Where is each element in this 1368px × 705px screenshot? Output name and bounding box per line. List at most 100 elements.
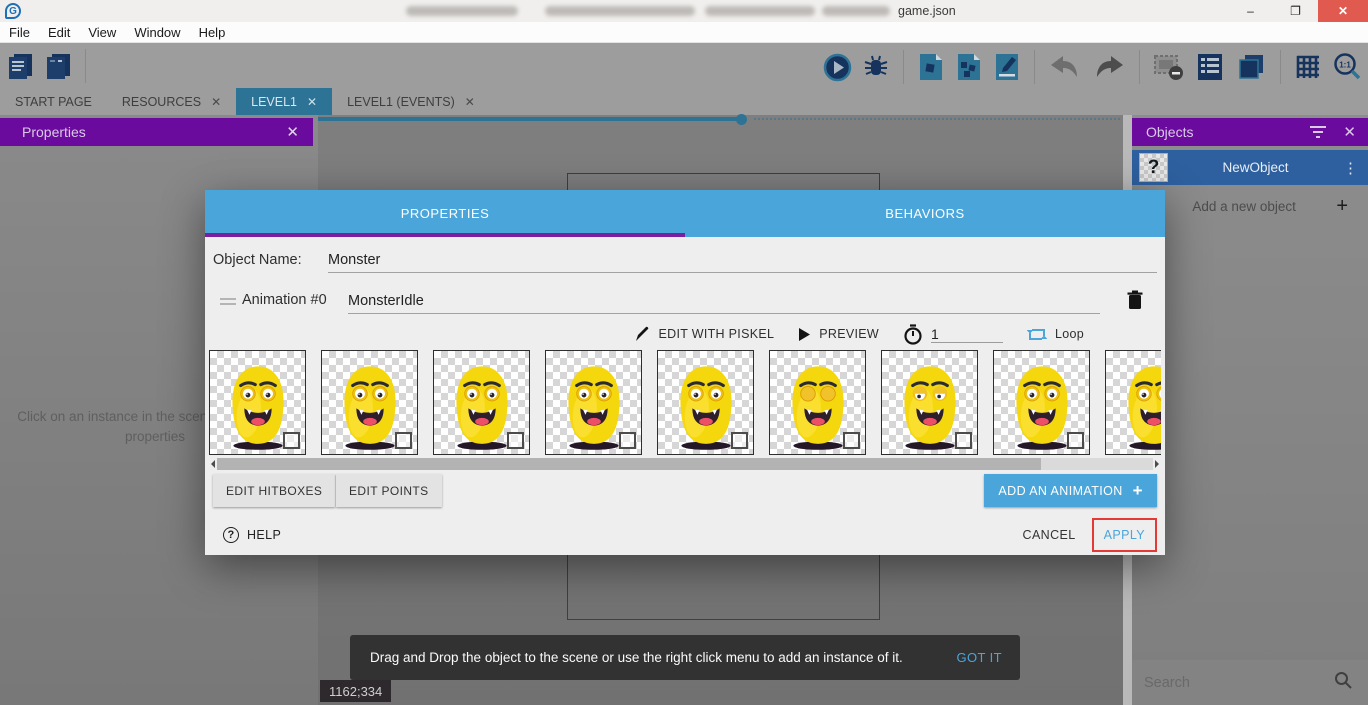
properties-panel-header: Properties ✕ <box>0 118 313 146</box>
scrollbar-thumb[interactable] <box>217 458 1041 470</box>
object-list-item-newobject[interactable]: ? NewObject ⋮ <box>1132 150 1368 185</box>
object-name-row: Object Name: <box>205 245 1165 278</box>
search-input[interactable] <box>1144 675 1334 691</box>
scroll-left-icon[interactable] <box>207 460 215 468</box>
zoom-slider[interactable] <box>736 114 747 125</box>
zoom-slider-rest <box>754 118 1120 120</box>
plus-icon: + <box>1133 481 1143 501</box>
add-animation-button[interactable]: ADD AN ANIMATION + <box>984 474 1157 507</box>
animation-frame[interactable] <box>433 350 530 455</box>
redo-icon[interactable] <box>1092 53 1126 81</box>
active-tab-indicator <box>205 233 685 237</box>
preview-button[interactable]: PREVIEW <box>798 327 879 342</box>
layers-icon[interactable] <box>1235 52 1267 82</box>
zoom-slider-track <box>318 117 738 121</box>
animation-frame[interactable] <box>545 350 642 455</box>
frame-checkbox[interactable] <box>843 432 860 449</box>
frame-checkbox[interactable] <box>619 432 636 449</box>
drag-handle-icon[interactable] <box>220 298 236 308</box>
debug-icon[interactable] <box>862 53 890 81</box>
project-manager-icon[interactable] <box>6 51 36 81</box>
animation-controls: EDIT WITH PISKEL PREVIEW Loop <box>205 320 1140 348</box>
animation-name-field[interactable] <box>348 288 1100 314</box>
menu-view[interactable]: View <box>79 25 125 40</box>
frame-checkbox[interactable] <box>955 432 972 449</box>
edit-scene-icon[interactable] <box>993 52 1021 82</box>
plus-icon[interactable]: + <box>1336 195 1348 218</box>
animation-row: Animation #0 <box>205 286 1165 319</box>
add-object-row[interactable]: Add a new object + <box>1132 190 1368 222</box>
time-value-field[interactable] <box>931 326 1003 343</box>
objects-panel-title: Objects <box>1146 124 1193 140</box>
dialog-tabs: PROPERTIES BEHAVIORS <box>205 190 1165 237</box>
tab-behaviors[interactable]: BEHAVIORS <box>685 190 1165 237</box>
frame-checkbox[interactable] <box>283 432 300 449</box>
menu-file[interactable]: File <box>0 25 39 40</box>
loop-toggle[interactable]: Loop <box>1027 326 1084 343</box>
tab-resources[interactable]: RESOURCES ✕ <box>107 88 236 115</box>
restore-button[interactable]: ❐ <box>1273 0 1318 22</box>
edit-with-piskel-button[interactable]: EDIT WITH PISKEL <box>634 326 775 343</box>
object-search-row <box>1132 660 1368 705</box>
delete-animation-icon[interactable] <box>1127 290 1143 315</box>
title-bar: G game.json – ❐ ✕ <box>0 0 1368 22</box>
objects-list-icon[interactable] <box>1195 52 1225 82</box>
help-button[interactable]: ? HELP <box>223 527 281 543</box>
svg-text:1:1: 1:1 <box>1339 61 1351 70</box>
animation-frame[interactable] <box>769 350 866 455</box>
edit-points-button[interactable]: EDIT POINTS <box>336 474 442 507</box>
window-title: game.json <box>898 4 956 18</box>
objects-panel-header: Objects ✕ <box>1132 118 1368 146</box>
play-small-icon <box>798 327 811 342</box>
close-icon[interactable]: ✕ <box>286 123 299 141</box>
export-icon[interactable] <box>917 52 945 82</box>
minimize-button[interactable]: – <box>1228 0 1273 22</box>
play-icon[interactable] <box>823 53 852 82</box>
loop-icon <box>1027 326 1047 343</box>
cancel-button[interactable]: CANCEL <box>1011 520 1088 550</box>
animation-frame[interactable] <box>321 350 418 455</box>
tab-level1[interactable]: LEVEL1 ✕ <box>236 88 332 115</box>
menu-help[interactable]: Help <box>190 25 235 40</box>
animation-frame[interactable] <box>993 350 1090 455</box>
tab-close-icon[interactable]: ✕ <box>465 95 475 109</box>
tab-start-page[interactable]: START PAGE <box>0 88 107 115</box>
animation-frame[interactable] <box>1105 350 1161 455</box>
edit-hitboxes-button[interactable]: EDIT HITBOXES <box>213 474 335 507</box>
object-menu-icon[interactable]: ⋮ <box>1343 159 1358 177</box>
search-icon[interactable] <box>1334 671 1352 694</box>
grid-icon[interactable] <box>1294 53 1322 81</box>
scroll-right-icon[interactable] <box>1155 460 1163 468</box>
frame-checkbox[interactable] <box>731 432 748 449</box>
redacted-text <box>705 6 815 16</box>
dialog-actions-row: EDIT HITBOXES EDIT POINTS ADD AN ANIMATI… <box>205 474 1165 510</box>
menu-window[interactable]: Window <box>125 25 189 40</box>
object-name-field[interactable] <box>328 247 1157 273</box>
help-icon: ? <box>223 527 239 543</box>
undo-icon[interactable] <box>1048 53 1082 81</box>
menu-edit[interactable]: Edit <box>39 25 79 40</box>
tab-close-icon[interactable]: ✕ <box>211 95 221 109</box>
annotation-highlight-box: APPLY <box>1092 518 1157 552</box>
tab-level1-events[interactable]: LEVEL1 (EVENTS) ✕ <box>332 88 490 115</box>
animation-frame[interactable] <box>881 350 978 455</box>
animation-frame[interactable] <box>657 350 754 455</box>
start-page-icon[interactable] <box>44 51 74 81</box>
menu-bar: File Edit View Window Help <box>0 22 1368 43</box>
got-it-button[interactable]: GOT IT <box>957 650 1003 665</box>
instances-list-icon[interactable] <box>1153 52 1185 82</box>
frame-checkbox[interactable] <box>507 432 524 449</box>
frame-checkbox[interactable] <box>395 432 412 449</box>
tab-properties[interactable]: PROPERTIES <box>205 190 685 237</box>
filter-icon[interactable] <box>1309 124 1327 141</box>
apply-button[interactable]: APPLY <box>1104 528 1145 542</box>
publish-icon[interactable] <box>955 52 983 82</box>
frame-checkbox[interactable] <box>1067 432 1084 449</box>
close-icon[interactable]: ✕ <box>1343 123 1356 141</box>
zoom-1to1-icon[interactable]: 1:1 <box>1332 52 1362 82</box>
frames-scrollbar[interactable] <box>207 457 1163 470</box>
time-between-frames <box>903 324 1003 345</box>
close-button[interactable]: ✕ <box>1318 0 1368 22</box>
animation-frame[interactable] <box>209 350 306 455</box>
tab-close-icon[interactable]: ✕ <box>307 95 317 109</box>
